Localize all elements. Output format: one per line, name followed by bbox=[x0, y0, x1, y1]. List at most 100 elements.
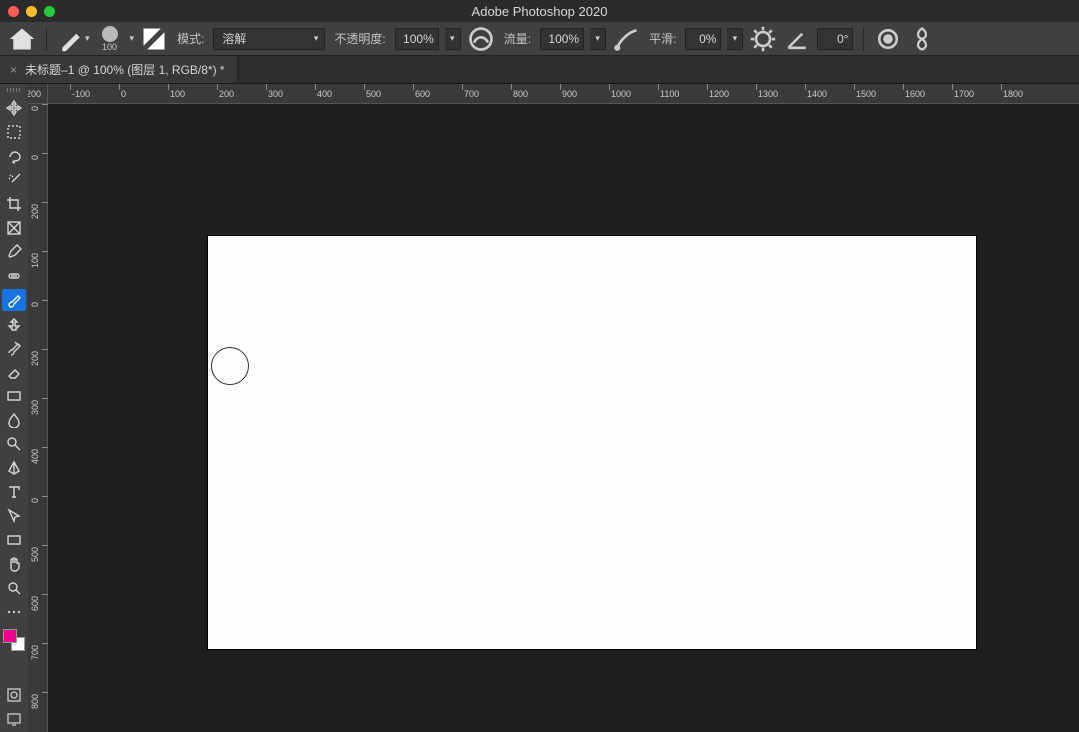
opacity-dropdown[interactable]: ▾ bbox=[445, 28, 461, 50]
smoothing-value-input[interactable]: 0% bbox=[685, 28, 721, 50]
ruler-v-label: 400 bbox=[30, 449, 40, 464]
opacity-value-input[interactable]: 100% bbox=[395, 28, 439, 50]
angle-icon bbox=[783, 26, 811, 52]
mode-label: 模式: bbox=[177, 30, 204, 47]
quickmask-button[interactable] bbox=[2, 684, 26, 706]
opacity-label: 不透明度: bbox=[334, 30, 385, 47]
ruler-h-label: 1700 bbox=[954, 89, 974, 99]
brush-preview[interactable]: 100 bbox=[96, 23, 124, 55]
smoothing-label: 平滑: bbox=[649, 30, 676, 47]
ruler-h-label: 1400 bbox=[807, 89, 827, 99]
ruler-v-label: 0 bbox=[30, 302, 40, 307]
fg-color[interactable] bbox=[3, 629, 17, 643]
viewport[interactable] bbox=[48, 104, 1079, 732]
document-tab-label: 未标题–1 @ 100% (图层 1, RGB/8*) * bbox=[25, 61, 225, 78]
title-bar: Adobe Photoshop 2020 bbox=[0, 0, 1079, 22]
pressure-size-icon[interactable] bbox=[874, 26, 902, 52]
brush-tool[interactable] bbox=[2, 289, 26, 311]
flow-value-input[interactable]: 100% bbox=[540, 28, 584, 50]
flow-label: 流量: bbox=[504, 30, 531, 47]
ruler-h-label: 1500 bbox=[856, 89, 876, 99]
pen-tool[interactable] bbox=[2, 457, 26, 479]
ruler-v-label: 0 bbox=[30, 155, 40, 160]
ruler-h-label: -100 bbox=[72, 89, 90, 99]
ruler-h-label: 1300 bbox=[758, 89, 778, 99]
ruler-v-label: 600 bbox=[30, 596, 40, 611]
ruler-h-label: 100 bbox=[170, 89, 185, 99]
ruler-vertical[interactable]: 0020010002003004000500600700800900 bbox=[28, 104, 48, 732]
path-select-tool[interactable] bbox=[2, 505, 26, 527]
ruler-v-label: 300 bbox=[30, 400, 40, 415]
blend-mode-select[interactable]: 溶解 bbox=[213, 28, 325, 50]
frame-tool[interactable] bbox=[2, 217, 26, 239]
edit-toolbar-button[interactable] bbox=[2, 601, 26, 623]
hand-tool[interactable] bbox=[2, 553, 26, 575]
spot-heal-tool[interactable] bbox=[2, 265, 26, 287]
ruler-h-label: 600 bbox=[415, 89, 430, 99]
ruler-h-label: 700 bbox=[464, 89, 479, 99]
dodge-tool[interactable] bbox=[2, 433, 26, 455]
ruler-v-label: 200 bbox=[30, 204, 40, 219]
tool-preset-button[interactable] bbox=[57, 26, 85, 52]
ruler-h-label: 0 bbox=[121, 89, 126, 99]
tab-bar: × 未标题–1 @ 100% (图层 1, RGB/8*) * bbox=[0, 56, 1079, 84]
eraser-tool[interactable] bbox=[2, 361, 26, 383]
ruler-h-label: 900 bbox=[562, 89, 577, 99]
window-min-button[interactable] bbox=[26, 6, 37, 17]
ruler-h-label: 300 bbox=[268, 89, 283, 99]
ruler-h-label: 1600 bbox=[905, 89, 925, 99]
ruler-horizontal[interactable]: -200-10001002003004005006007008009001000… bbox=[48, 84, 1079, 104]
symmetry-icon[interactable] bbox=[908, 26, 936, 52]
ruler-h-label: 500 bbox=[366, 89, 381, 99]
brush-size-label: 100 bbox=[102, 42, 117, 52]
canvas[interactable] bbox=[208, 236, 976, 649]
ruler-h-label: 1100 bbox=[660, 89, 679, 99]
ruler-h-label: -200 bbox=[28, 89, 41, 99]
screenmode-button[interactable] bbox=[2, 708, 26, 730]
ruler-h-label: 1200 bbox=[709, 89, 729, 99]
move-tool[interactable] bbox=[2, 97, 26, 119]
canvas-zone: -200-10001002003004005006007008009001000… bbox=[28, 84, 1079, 732]
type-tool[interactable] bbox=[2, 481, 26, 503]
angle-value-input[interactable]: 0° bbox=[817, 28, 853, 50]
app-title: Adobe Photoshop 2020 bbox=[472, 4, 608, 19]
marquee-tool[interactable] bbox=[2, 121, 26, 143]
clone-tool[interactable] bbox=[2, 313, 26, 335]
close-icon[interactable]: × bbox=[10, 63, 17, 77]
brush-settings-button[interactable] bbox=[140, 26, 168, 52]
brush-circle-icon bbox=[102, 26, 118, 42]
gradient-tool[interactable] bbox=[2, 385, 26, 407]
rectangle-tool[interactable] bbox=[2, 529, 26, 551]
airbrush-icon[interactable] bbox=[612, 26, 640, 52]
window-max-button[interactable] bbox=[44, 6, 55, 17]
ruler-v-label: 800 bbox=[30, 694, 40, 709]
pressure-opacity-icon[interactable] bbox=[467, 26, 495, 52]
crop-tool[interactable] bbox=[2, 193, 26, 215]
ruler-v-label: 100 bbox=[30, 253, 40, 268]
history-brush-tool[interactable] bbox=[2, 337, 26, 359]
blur-tool[interactable] bbox=[2, 409, 26, 431]
flow-dropdown[interactable]: ▾ bbox=[590, 28, 606, 50]
ruler-v-label: 500 bbox=[30, 547, 40, 562]
ruler-v-label: 200 bbox=[30, 351, 40, 366]
home-button[interactable] bbox=[8, 26, 36, 52]
smoothing-options-icon[interactable] bbox=[749, 26, 777, 52]
grip-icon[interactable] bbox=[7, 88, 21, 92]
ruler-v-label: 700 bbox=[30, 645, 40, 660]
lasso-tool[interactable] bbox=[2, 145, 26, 167]
ruler-h-label: 800 bbox=[513, 89, 528, 99]
window-close-button[interactable] bbox=[8, 6, 19, 17]
ruler-v-label: 0 bbox=[30, 106, 40, 111]
color-swatch[interactable] bbox=[3, 629, 25, 651]
ruler-h-label: 1800 bbox=[1003, 89, 1023, 99]
zoom-tool[interactable] bbox=[2, 577, 26, 599]
smoothing-dropdown[interactable]: ▾ bbox=[727, 28, 743, 50]
ruler-h-label: 200 bbox=[219, 89, 234, 99]
ruler-v-label: 0 bbox=[30, 498, 40, 503]
tools-panel bbox=[0, 84, 28, 732]
magic-wand-tool[interactable] bbox=[2, 169, 26, 191]
eyedropper-tool[interactable] bbox=[2, 241, 26, 263]
ruler-h-label: 400 bbox=[317, 89, 332, 99]
document-tab[interactable]: × 未标题–1 @ 100% (图层 1, RGB/8*) * bbox=[0, 56, 238, 83]
options-bar: ▾ 100 ▾ 模式: 溶解 不透明度: 100% ▾ 流量: 100% ▾ 平… bbox=[0, 22, 1079, 56]
